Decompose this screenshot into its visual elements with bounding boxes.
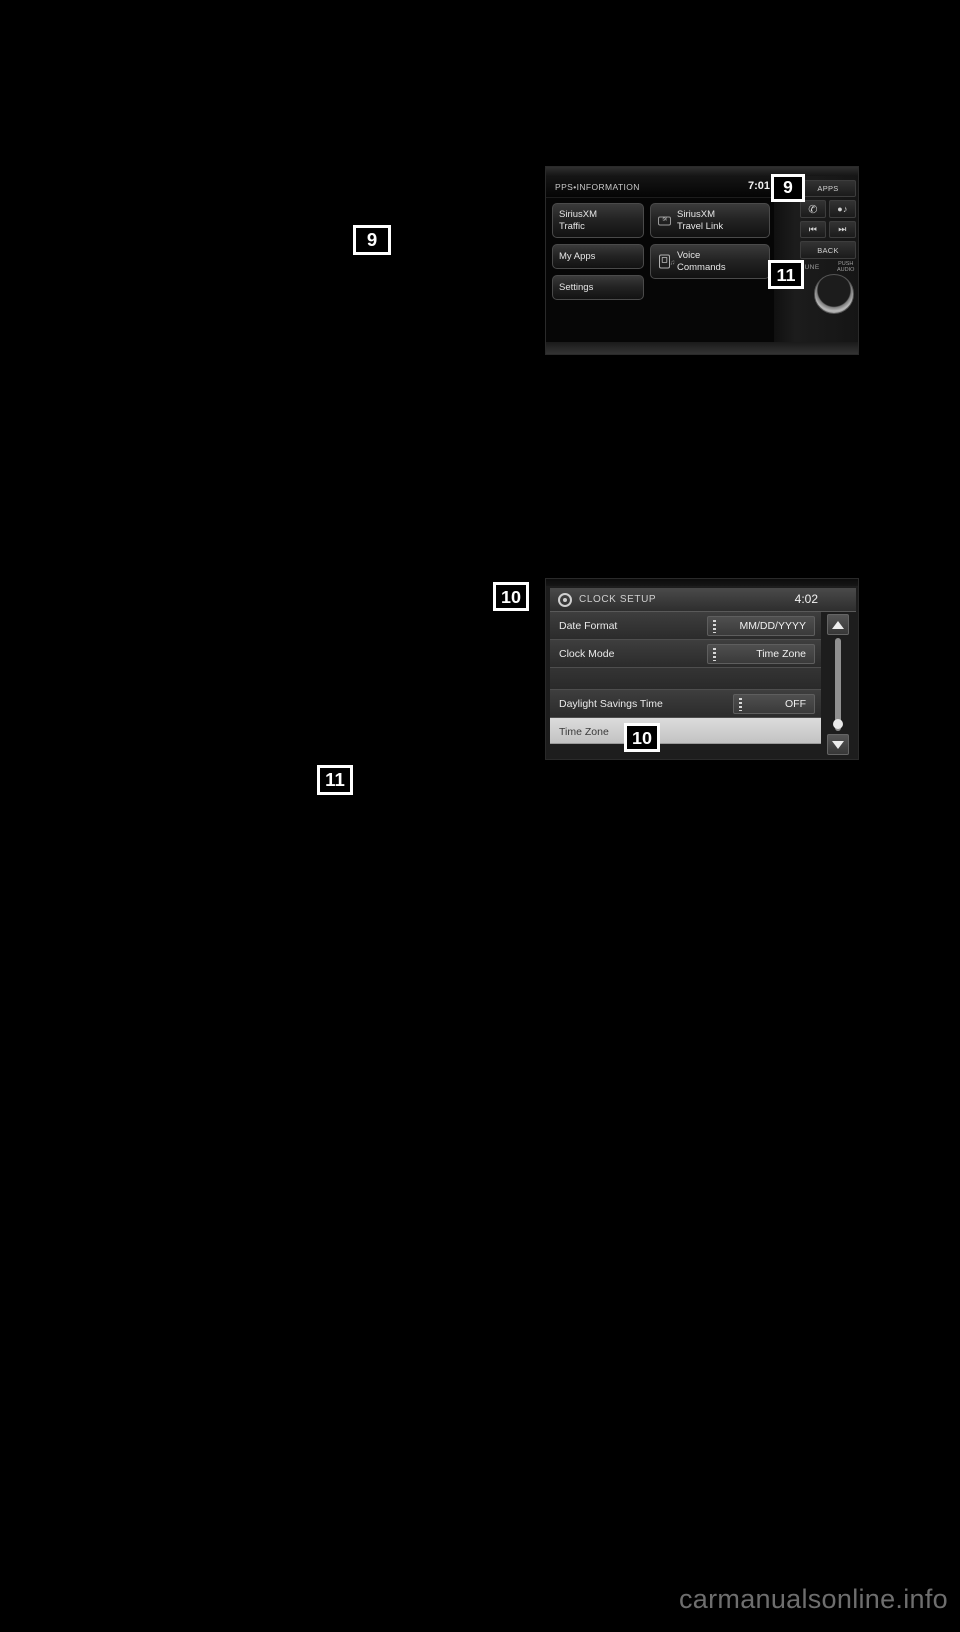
daylight-savings-value[interactable]: OFF bbox=[733, 694, 815, 714]
row-blank bbox=[550, 668, 821, 690]
clock-mode-value[interactable]: Time Zone bbox=[707, 644, 815, 664]
siriusxm-travel-link-button[interactable]: sx SiriusXM Travel Link bbox=[650, 203, 770, 238]
info-menu-left-column: SiriusXM Traffic My Apps Settings bbox=[552, 203, 644, 306]
daylight-savings-value-text: OFF bbox=[785, 698, 806, 710]
next-track-icon[interactable]: ⏭ bbox=[829, 221, 856, 238]
clock-mode-label: Clock Mode bbox=[559, 648, 615, 660]
callout-9-left: 9 bbox=[353, 225, 391, 255]
clock-setup-scrollbar[interactable] bbox=[821, 612, 854, 757]
info-display-area: PPS•INFORMATION 7:01 SiriusXM Traffic My… bbox=[546, 176, 776, 344]
time-zone-label: Time Zone bbox=[559, 726, 609, 738]
clock-setup-body: CLOCK SETUP 4:02 Date Format MM/DD/YYYY … bbox=[550, 588, 856, 757]
clock-setup-list: Date Format MM/DD/YYYY Clock Mode Time Z… bbox=[550, 612, 856, 744]
pps-information-screenshot: PPS•INFORMATION 7:01 SiriusXM Traffic My… bbox=[545, 166, 859, 355]
date-format-label: Date Format bbox=[559, 620, 618, 632]
callout-10-row-label: 10 bbox=[627, 726, 657, 749]
row-time-zone[interactable]: Time Zone bbox=[550, 718, 821, 744]
settings-button[interactable]: Settings bbox=[552, 275, 644, 300]
daylight-savings-label: Daylight Savings Time bbox=[559, 698, 663, 710]
clock-setup-header: CLOCK SETUP 4:02 bbox=[550, 588, 856, 612]
callout-10-left-label: 10 bbox=[496, 585, 526, 608]
info-status-bar: PPS•INFORMATION 7:01 bbox=[546, 176, 776, 198]
info-status-clock: 7:01 bbox=[747, 180, 770, 192]
tune-audio-knob[interactable] bbox=[814, 274, 854, 314]
travel-link-label-line1: SiriusXM bbox=[677, 209, 716, 220]
voice-commands-label-line1: Voice bbox=[677, 250, 701, 261]
clock-mode-value-text: Time Zone bbox=[756, 648, 806, 660]
callout-9-screen-label: 9 bbox=[774, 177, 802, 199]
scrollbar-track[interactable] bbox=[833, 638, 843, 731]
callout-9-screen: 9 bbox=[771, 174, 805, 202]
date-format-value[interactable]: MM/DD/YYYY bbox=[707, 616, 815, 636]
satellite-icon: sx bbox=[657, 213, 672, 228]
callout-11-screen: 11 bbox=[768, 260, 804, 289]
callout-10-left: 10 bbox=[493, 582, 529, 611]
callout-11-left-label: 11 bbox=[320, 768, 350, 792]
clock-setup-title: CLOCK SETUP bbox=[579, 594, 657, 605]
info-menu-right-column: sx SiriusXM Travel Link ☐ ♫ Voice Comman… bbox=[650, 203, 770, 285]
satellite-icon-glyph: sx bbox=[658, 216, 671, 225]
clock-setup-screenshot: CLOCK SETUP 4:02 Date Format MM/DD/YYYY … bbox=[545, 578, 859, 760]
callout-9-left-label: 9 bbox=[356, 228, 388, 252]
head-unit-top-bezel bbox=[546, 167, 858, 176]
info-screen-title: PPS•INFORMATION bbox=[555, 182, 640, 192]
mute-icon[interactable]: ●♪ bbox=[829, 200, 856, 218]
siriusxm-traffic-button[interactable]: SiriusXM Traffic bbox=[552, 203, 644, 238]
scrollbar-thumb[interactable] bbox=[833, 719, 843, 729]
voice-commands-icon: ☐ ♫ bbox=[657, 254, 675, 269]
settings-label: Settings bbox=[559, 281, 594, 293]
drag-handle-icon bbox=[713, 648, 716, 661]
previous-track-icon[interactable]: ⏮ bbox=[800, 221, 826, 238]
my-apps-label: My Apps bbox=[559, 250, 596, 262]
phone-icon[interactable]: ✆ bbox=[800, 200, 826, 218]
push-audio-label: PUSH AUDIO bbox=[837, 261, 854, 273]
scroll-up-icon[interactable] bbox=[827, 614, 849, 635]
drag-handle-icon bbox=[739, 698, 742, 711]
clock-setup-time: 4:02 bbox=[794, 592, 818, 606]
info-menu-grid: SiriusXM Traffic My Apps Settings sx Sir… bbox=[546, 198, 776, 300]
siriusxm-traffic-label-line1: SiriusXM bbox=[559, 209, 598, 220]
date-format-value-text: MM/DD/YYYY bbox=[739, 620, 806, 632]
head-unit-bottom-bezel bbox=[546, 342, 858, 354]
travel-link-label-line2: Travel Link bbox=[677, 220, 724, 232]
push-label-line2: AUDIO bbox=[837, 267, 855, 273]
clock-setup-icon bbox=[558, 593, 572, 607]
row-daylight-savings-time[interactable]: Daylight Savings Time OFF bbox=[550, 690, 821, 718]
callout-11-left: 11 bbox=[317, 765, 353, 795]
site-watermark: carmanualsonline.info bbox=[679, 1584, 948, 1614]
drag-handle-icon bbox=[713, 620, 716, 633]
manual-page: PPS•INFORMATION 7:01 SiriusXM Traffic My… bbox=[0, 0, 960, 1632]
callout-11-screen-label: 11 bbox=[771, 263, 801, 286]
apps-hard-key[interactable]: APPS bbox=[800, 180, 856, 197]
row-clock-mode[interactable]: Clock Mode Time Zone bbox=[550, 640, 821, 668]
clock-screen-top-bezel bbox=[546, 579, 858, 586]
callout-10-row: 10 bbox=[624, 723, 660, 752]
voice-commands-icon-glyph: ☐ bbox=[659, 254, 670, 269]
voice-wave-icon: ♫ bbox=[669, 259, 675, 267]
voice-commands-button[interactable]: ☐ ♫ Voice Commands bbox=[650, 244, 770, 279]
voice-commands-label-line2: Commands bbox=[677, 261, 726, 273]
back-hard-key[interactable]: BACK bbox=[800, 241, 856, 259]
row-date-format[interactable]: Date Format MM/DD/YYYY bbox=[550, 612, 821, 640]
siriusxm-traffic-label-line2: Traffic bbox=[559, 220, 585, 232]
scroll-down-icon[interactable] bbox=[827, 734, 849, 755]
my-apps-button[interactable]: My Apps bbox=[552, 244, 644, 269]
